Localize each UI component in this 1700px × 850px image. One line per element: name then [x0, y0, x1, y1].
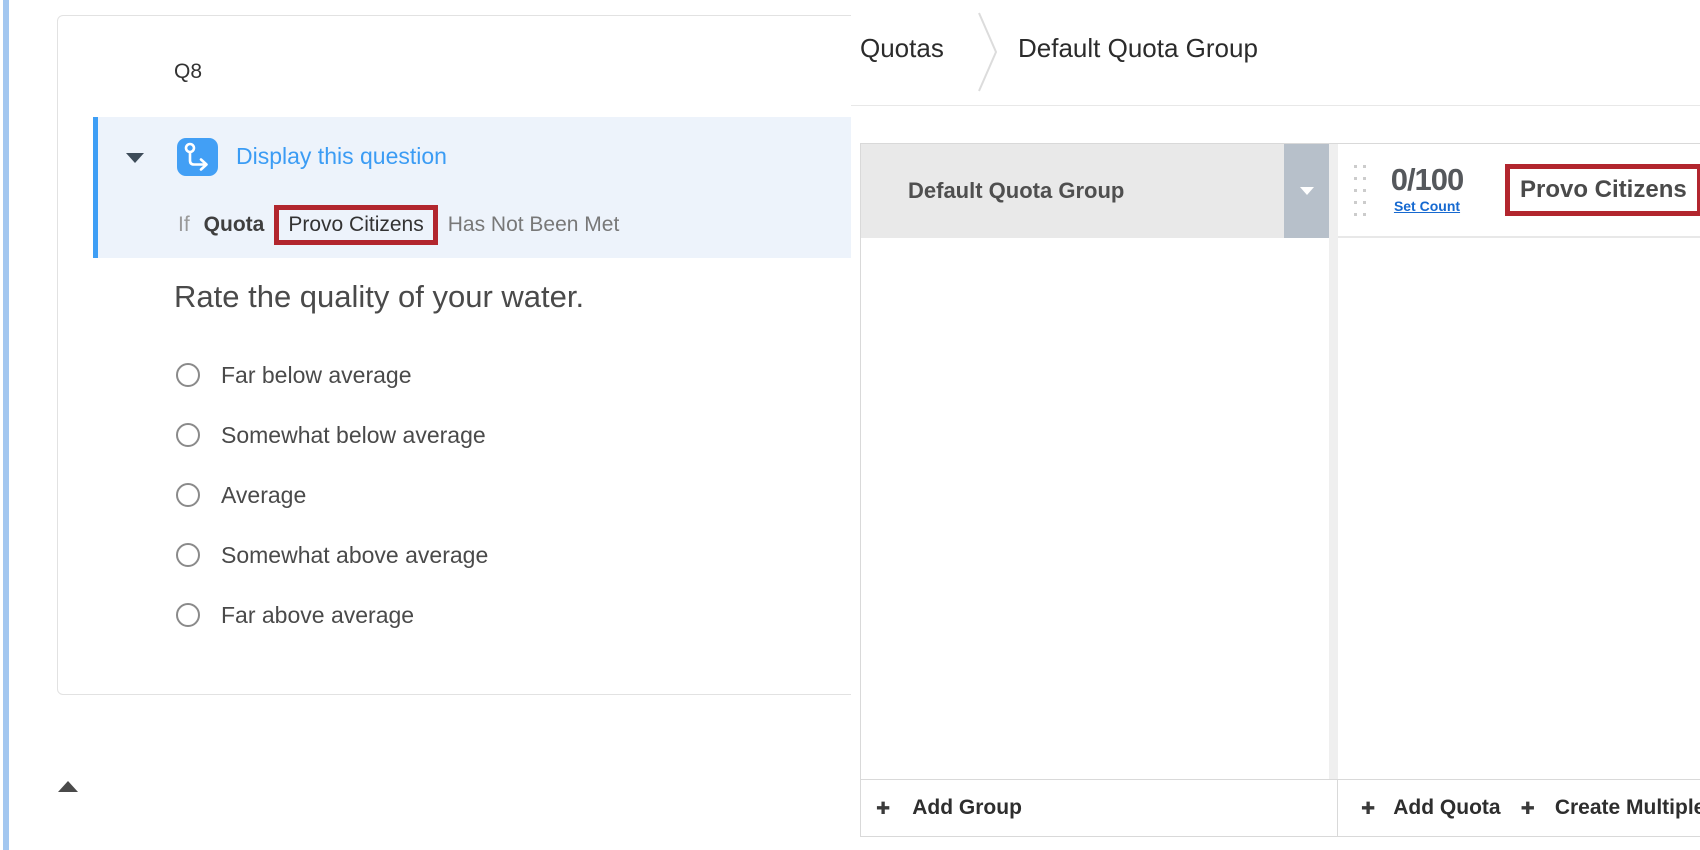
footer-quota-cell: ✚ Add Quota ✚ Create Multiple: [1338, 780, 1700, 836]
quota-count-block: 0/100 Set Count: [1383, 165, 1471, 216]
answer-option-row: Far above average: [176, 603, 488, 627]
column-divider: [1329, 144, 1338, 779]
group-options-dropdown[interactable]: [1284, 144, 1329, 238]
display-logic-condition[interactable]: If Quota Provo Citizens Has Not Been Met: [178, 205, 619, 245]
option-label[interactable]: Average: [221, 482, 306, 509]
breadcrumb-quotas[interactable]: Quotas: [860, 33, 944, 64]
set-count-link[interactable]: Set Count: [1394, 198, 1460, 214]
quotas-overlay: Quotas Default Quota Group Default Quota…: [851, 0, 1700, 850]
quota-groups-column: Default Quota Group: [861, 144, 1329, 779]
add-group-button[interactable]: ✚ Add Group: [876, 796, 1022, 820]
create-multiple-button[interactable]: ✚ Create Multiple: [1521, 796, 1700, 820]
plus-icon: ✚: [1521, 800, 1535, 817]
condition-value-annotation-box: Provo Citizens: [274, 205, 437, 245]
add-quota-button[interactable]: ✚ Add Quota: [1361, 796, 1501, 820]
qualtrics-survey-editor: Q8 Display this question If Quota P: [0, 0, 1700, 850]
create-multiple-label: Create Multiple: [1555, 796, 1700, 820]
breadcrumb-current-group: Default Quota Group: [1018, 33, 1258, 64]
question-text[interactable]: Rate the quality of your water.: [174, 279, 584, 315]
option-label[interactable]: Far above average: [221, 602, 414, 629]
drag-handle-icon[interactable]: [1354, 165, 1366, 216]
quota-column-empty-area: [1338, 238, 1700, 779]
add-quota-label: Add Quota: [1393, 796, 1500, 820]
quota-name-annotation-box: Provo Citizens: [1505, 164, 1700, 216]
answer-option-row: Somewhat above average: [176, 543, 488, 567]
chevron-down-icon: [1300, 187, 1314, 195]
quota-table: Default Quota Group 0/100 Set Count: [860, 143, 1700, 837]
left-accent-strip: [3, 0, 9, 850]
breadcrumb: Quotas Default Quota Group: [851, 0, 1700, 106]
option-label[interactable]: Somewhat below average: [221, 422, 486, 449]
quota-group-item[interactable]: Default Quota Group: [861, 144, 1329, 238]
group-column-empty-area: [861, 238, 1329, 779]
quota-table-body: Default Quota Group 0/100 Set Count: [861, 144, 1700, 779]
display-logic-banner: Display this question If Quota Provo Cit…: [93, 117, 851, 258]
quota-table-footer: ✚ Add Group ✚ Add Quota ✚ Create Multipl…: [861, 779, 1700, 836]
plus-icon: ✚: [876, 800, 890, 817]
answer-option-row: Somewhat below average: [176, 423, 488, 447]
condition-if-label: If: [178, 213, 190, 237]
footer-group-cell: ✚ Add Group: [861, 780, 1338, 836]
quota-group-name: Default Quota Group: [908, 144, 1124, 238]
condition-type-label: Quota: [204, 213, 265, 237]
condition-operator-label: Has Not Been Met: [448, 213, 620, 237]
display-logic-accent-bar: [93, 117, 98, 258]
quota-name[interactable]: Provo Citizens: [1520, 176, 1687, 203]
question-card: Q8 Display this question If Quota P: [57, 15, 851, 695]
skip-logic-icon: [177, 138, 218, 181]
add-group-label: Add Group: [912, 796, 1022, 820]
display-logic-title[interactable]: Display this question: [236, 143, 447, 170]
quotas-column: 0/100 Set Count Provo Citizens: [1338, 144, 1700, 779]
collapse-logic-chevron-icon[interactable]: [126, 153, 144, 163]
radio-button[interactable]: [176, 603, 200, 627]
radio-button[interactable]: [176, 543, 200, 567]
answer-options-list: Far below average Somewhat below average…: [176, 363, 488, 663]
answer-option-row: Average: [176, 483, 488, 507]
answer-option-row: Far below average: [176, 363, 488, 387]
question-id-label: Q8: [174, 60, 202, 84]
radio-button[interactable]: [176, 363, 200, 387]
quota-count-value: 0/100: [1391, 162, 1464, 197]
radio-button[interactable]: [176, 423, 200, 447]
quota-row[interactable]: 0/100 Set Count Provo Citizens: [1338, 144, 1700, 238]
option-label[interactable]: Somewhat above average: [221, 542, 488, 569]
scroll-up-arrow-icon[interactable]: [58, 781, 78, 792]
option-label[interactable]: Far below average: [221, 362, 412, 389]
survey-editor-pane: Q8 Display this question If Quota P: [0, 0, 851, 850]
breadcrumb-chevron-icon: [977, 11, 999, 98]
radio-button[interactable]: [176, 483, 200, 507]
plus-icon: ✚: [1361, 800, 1375, 817]
